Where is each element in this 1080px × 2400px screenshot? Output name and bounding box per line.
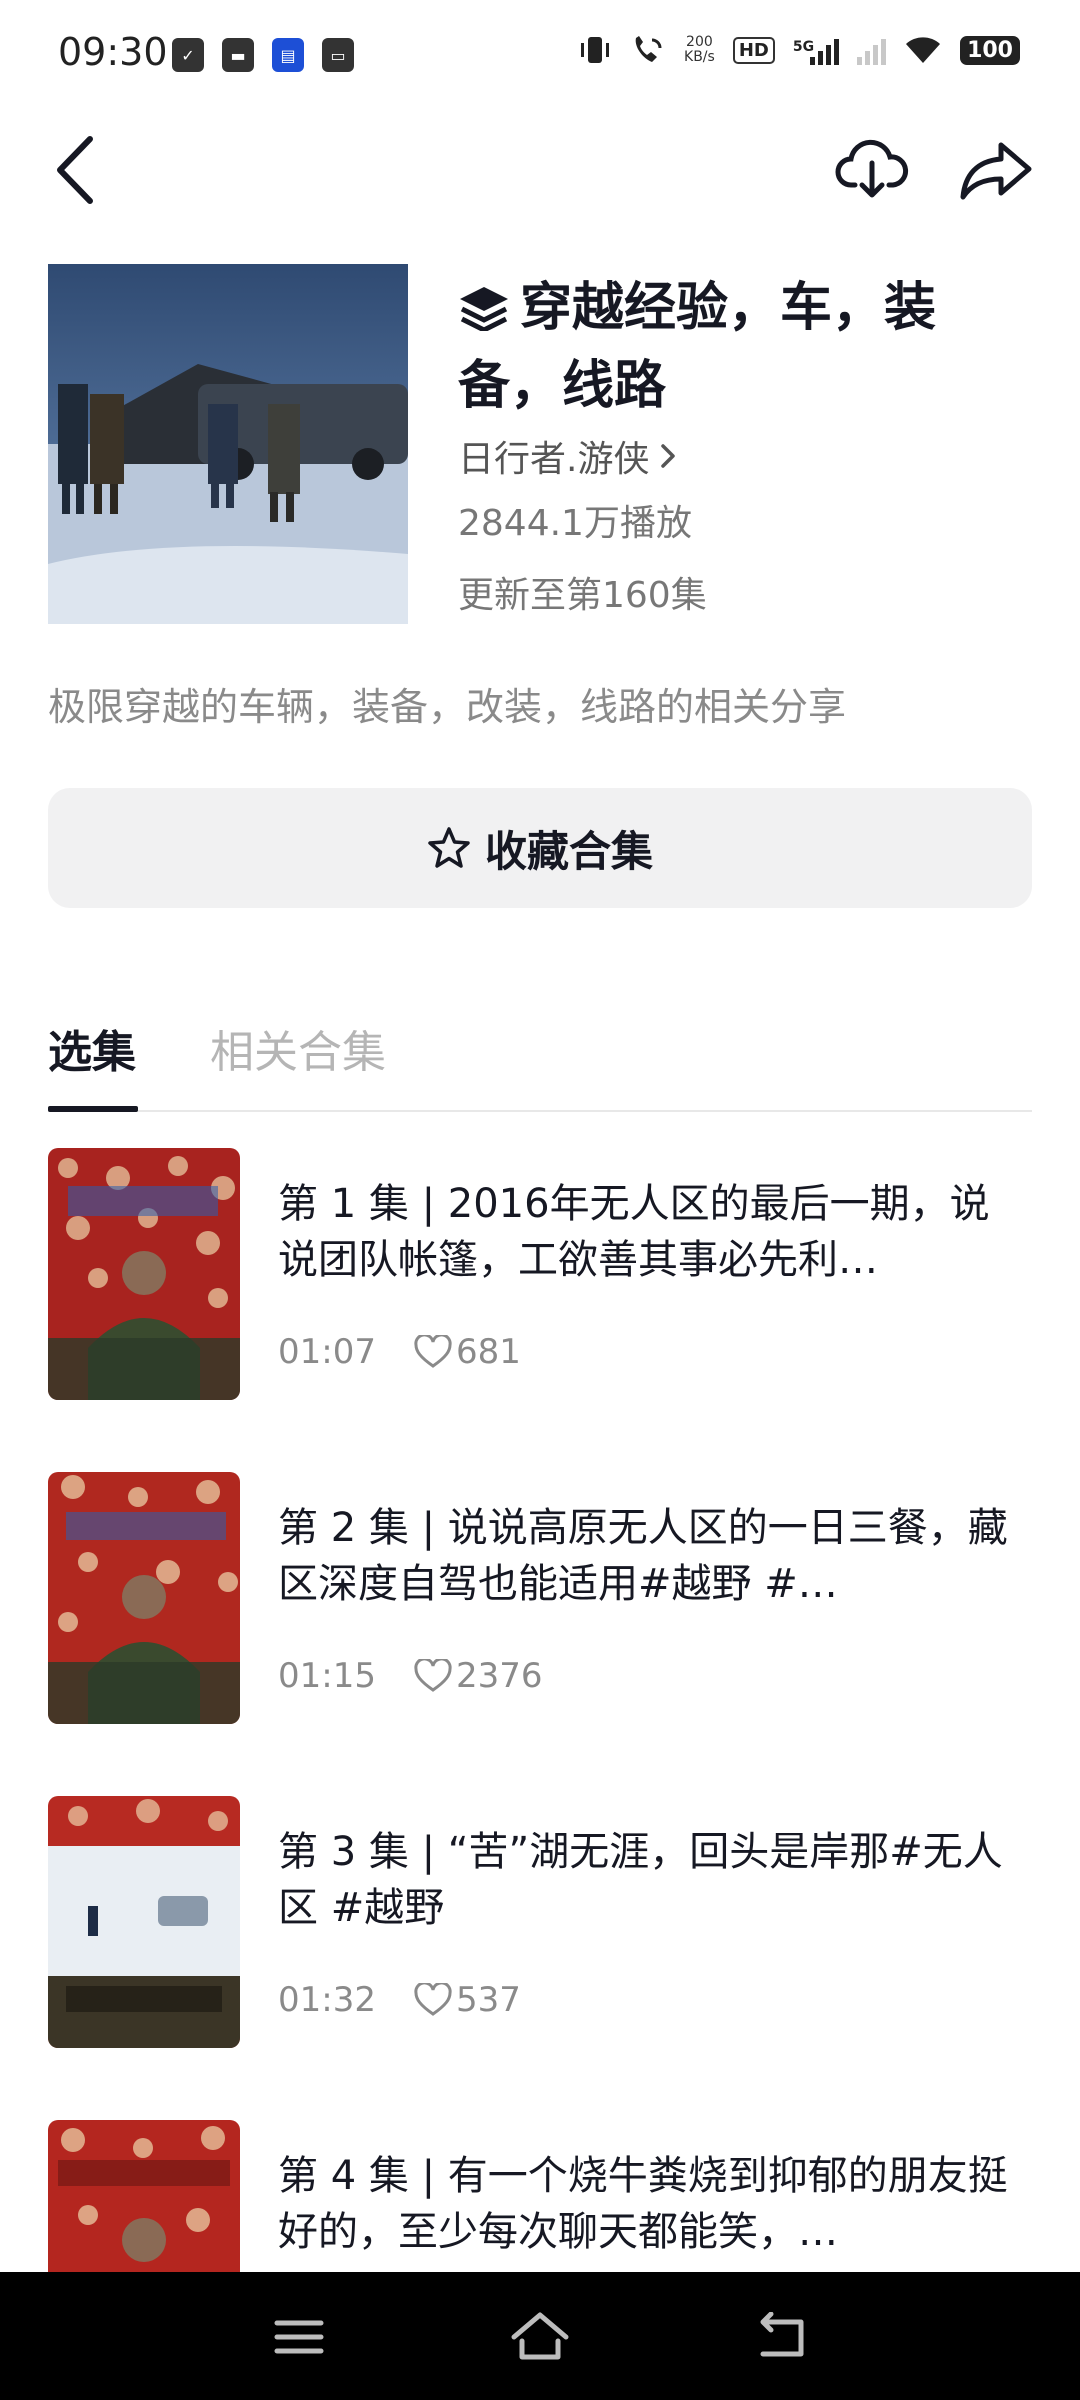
collection-title-text: 穿越经验，车，装备，线路 (458, 278, 937, 416)
share-arrow-icon (960, 142, 1032, 200)
system-navigation-bar (0, 2272, 1080, 2400)
share-button[interactable] (956, 130, 1036, 210)
collect-button-label: 收藏合集 (484, 826, 653, 876)
collection-description: 极限穿越的车辆，装备，改装，线路的相关分享 (48, 685, 847, 729)
play-count: 2844.1万播放 (458, 503, 692, 544)
status-bar: 09:30 ✓ ▬ ▤ ▭ 200 KB/s HD 5G 100 (0, 0, 1080, 110)
signal-strength-icon (810, 35, 840, 65)
network-speed: 200 KB/s (684, 34, 715, 65)
menu-icon (274, 2320, 324, 2354)
heart-icon (414, 1983, 452, 2016)
episode-likes: 2376 (455, 1656, 543, 1696)
collect-collection-button[interactable]: 收藏合集 (48, 788, 1032, 908)
episode-thumbnail (48, 1796, 240, 2048)
episode-title: 第 1 集 | 2016年无人区的最后一期，说说团队帐篷，工欲善其事必先利… (278, 1181, 990, 1283)
episode-thumbnail (48, 1148, 240, 1400)
chevron-right-icon (661, 444, 676, 468)
tab-episodes[interactable]: 选集 (48, 1016, 136, 1080)
episode-duration: 01:32 (278, 1980, 376, 2020)
layers-icon (458, 278, 510, 350)
top-nav (0, 120, 1080, 220)
episode-title: 第 3 集 | “苦”湖无涯，回头是岸那#无人区 #越野 (278, 1829, 1003, 1931)
hd-voice-badge: HD (732, 36, 775, 64)
author-link[interactable]: 日行者.游侠 (458, 430, 677, 482)
download-button[interactable] (832, 130, 912, 210)
task-check-icon: ✓ (172, 38, 204, 72)
vibrate-icon (581, 37, 610, 63)
episode-item[interactable]: 第 1 集 | 2016年无人区的最后一期，说说团队帐篷，工欲善其事必先利… 0… (48, 1148, 1032, 1404)
system-back-button[interactable] (746, 2302, 816, 2372)
episode-title: 第 4 集 | 有一个烧牛粪烧到抑郁的朋友挺好的，至少每次聊天都能笑，… (278, 2153, 1008, 2255)
episode-duration: 01:07 (278, 1332, 376, 1372)
episode-item[interactable]: 第 2 集 | 说说高原无人区的一日三餐，藏区深度自驾也能适用#越野 #… 01… (48, 1472, 1032, 1728)
wifi-icon (906, 37, 941, 63)
app-notification-icon: ▤ (272, 38, 304, 72)
recent-apps-button[interactable] (264, 2302, 334, 2372)
wifi-call-icon (635, 36, 662, 62)
home-button[interactable] (505, 2302, 575, 2372)
collection-cover-image (48, 264, 408, 624)
cloud-download-icon (835, 139, 909, 198)
network-type: 5G (792, 39, 815, 55)
episode-item[interactable]: 第 3 集 | “苦”湖无涯，回头是岸那#无人区 #越野 01:32 537 (48, 1796, 1032, 2052)
back-button[interactable] (34, 130, 114, 210)
star-outline-icon (428, 827, 470, 868)
episode-title: 第 2 集 | 说说高原无人区的一日三餐，藏区深度自驾也能适用#越野 #… (278, 1505, 1008, 1607)
episode-duration: 01:15 (278, 1656, 376, 1696)
episode-likes: 537 (455, 1980, 521, 2020)
tab-related-collections[interactable]: 相关合集 (210, 1016, 386, 1080)
return-icon (760, 2312, 804, 2357)
back-arrow-icon (57, 136, 93, 204)
signal-sim2-icon (857, 35, 887, 65)
author-name: 日行者.游侠 (458, 439, 650, 480)
collection-title: 穿越经验，车，装备，线路 (458, 272, 1028, 422)
active-tab-indicator (48, 1106, 138, 1112)
heart-icon (414, 1335, 452, 1368)
battery-indicator: 100 (960, 35, 1020, 65)
update-status: 更新至第160集 (458, 575, 707, 616)
heart-icon (414, 1659, 452, 1692)
home-icon (511, 2312, 569, 2360)
status-time: 09:30 (58, 30, 168, 74)
card-icon: ▭ (322, 38, 354, 72)
message-icon: ▬ (222, 38, 254, 72)
episode-likes: 681 (455, 1332, 521, 1372)
episode-thumbnail (48, 1472, 240, 1724)
tab-bar: 选集 相关合集 (48, 1016, 1032, 1112)
